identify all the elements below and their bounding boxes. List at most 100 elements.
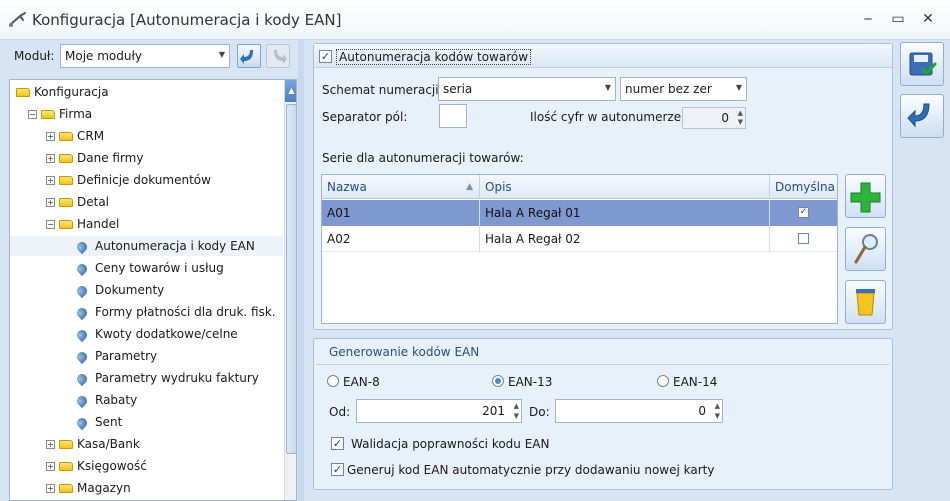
expand-icon[interactable]: +	[46, 462, 55, 471]
domyslna-checkbox[interactable]: ✓	[798, 207, 809, 218]
tree-item[interactable]: + Dane firmy	[10, 148, 283, 168]
tree-item[interactable]: Formy płatności dla druk. fisk.	[10, 302, 283, 322]
add-button[interactable]	[845, 174, 886, 218]
back-button[interactable]	[237, 44, 261, 68]
settings-leaf-icon	[74, 371, 90, 387]
minimize-button[interactable]: ‒	[856, 8, 880, 30]
maximize-button[interactable]: ▭	[886, 8, 910, 30]
settings-leaf-icon	[74, 349, 90, 365]
scroll-thumb[interactable]	[286, 104, 296, 454]
separator-label: Separator pól:	[322, 110, 408, 124]
spin-down-icon[interactable]: ▼	[715, 413, 720, 420]
od-stepper[interactable]: 201 ▲ ▼	[356, 399, 522, 423]
folder-icon	[59, 440, 73, 449]
tree-item[interactable]: Dokumenty	[10, 280, 283, 300]
spin-up-icon[interactable]: ▲	[715, 403, 720, 410]
tree-item[interactable]: + Księgowość	[10, 456, 283, 476]
settings-leaf-icon	[74, 261, 90, 277]
tree-item-label: CRM	[77, 129, 105, 143]
tree-item-label: Parametry	[95, 349, 158, 363]
tree-item[interactable]: Rabaty	[10, 390, 283, 410]
tree-item[interactable]: − Firma	[10, 104, 283, 124]
tree-item[interactable]: + Kasa/Bank	[10, 434, 283, 454]
tree-scrollbar[interactable]: ▲	[284, 80, 296, 500]
tree-item-label: Autonumeracja i kody EAN	[95, 239, 255, 253]
tree-item[interactable]: + Magazyn	[10, 478, 283, 498]
tree-item[interactable]: + Definicje dokumentów	[10, 170, 283, 190]
schemat-select[interactable]: seria ▼	[438, 77, 616, 101]
expand-icon[interactable]: +	[46, 154, 55, 163]
tree-item[interactable]: Parametry	[10, 346, 283, 366]
tree-item[interactable]: Parametry wydruku faktury	[10, 368, 283, 388]
spin-down-icon[interactable]: ▼	[738, 119, 743, 126]
separator-input[interactable]	[439, 104, 467, 128]
expand-icon[interactable]: +	[46, 440, 55, 449]
magnifier-icon	[854, 234, 878, 264]
tree-item-label: Parametry wydruku faktury	[95, 371, 259, 385]
spin-up-icon[interactable]: ▲	[514, 403, 519, 410]
close-button[interactable]: ✕	[916, 8, 940, 30]
modul-select[interactable]: Moje moduły ▼	[60, 44, 230, 68]
folder-icon	[59, 462, 73, 471]
column-header-opis[interactable]: Opis	[480, 175, 770, 199]
tree-item[interactable]: Autonumeracja i kody EAN	[10, 236, 283, 256]
column-header-domyslna[interactable]: Domyślna	[770, 175, 837, 199]
tree-item-label: Firma	[59, 107, 93, 121]
tree-item[interactable]: Kwoty dodatkowe/celne	[10, 324, 283, 344]
domyslna-checkbox[interactable]	[798, 233, 809, 244]
trash-icon	[856, 289, 875, 316]
ean-group-title: Generowanie kodów EAN	[329, 345, 480, 359]
ean8-label[interactable]: EAN-8	[343, 375, 380, 389]
ilosc-stepper[interactable]: 0 ▲ ▼	[682, 107, 746, 129]
cell-opis: Hala A Regał 01	[480, 200, 770, 226]
tree-item-label: Księgowość	[77, 459, 147, 473]
expand-icon[interactable]: +	[46, 484, 55, 493]
generuj-label[interactable]: Generuj kod EAN automatycznie przy dodaw…	[347, 463, 714, 477]
walidacja-checkbox[interactable]: ✓	[331, 437, 344, 450]
spin-down-icon[interactable]: ▼	[514, 413, 519, 420]
collapse-icon[interactable]: −	[46, 220, 55, 229]
column-header-nazwa[interactable]: Nazwa ▲	[322, 175, 480, 199]
serie-grid[interactable]: Nazwa ▲ Opis Domyślna A01 Hala A Regał 0…	[321, 174, 838, 324]
folder-icon	[59, 132, 73, 141]
table-row[interactable]: A02 Hala A Regał 02	[322, 226, 837, 252]
tree-item[interactable]: Ceny towarów i usług	[10, 258, 283, 278]
save-button[interactable]	[900, 42, 944, 86]
spin-up-icon[interactable]: ▲	[738, 110, 743, 117]
tree-item-label: Konfiguracja	[34, 85, 109, 99]
numer-select[interactable]: numer bez zer ▼	[620, 77, 747, 101]
edit-button[interactable]	[845, 227, 886, 271]
config-tree[interactable]: Konfiguracja − Firma + CRM + Dane firmy + Defini…	[9, 79, 297, 501]
tree-item[interactable]: + CRM	[10, 126, 283, 146]
delete-button[interactable]	[845, 280, 886, 324]
collapse-icon[interactable]: −	[28, 110, 37, 119]
table-row[interactable]: A01 Hala A Regał 01 ✓	[322, 200, 837, 226]
do-stepper[interactable]: 0 ▲ ▼	[555, 399, 723, 423]
tree-item[interactable]: + Detal	[10, 192, 283, 212]
ean14-radio[interactable]	[657, 375, 669, 387]
window-title: Konfiguracja [Autonumeracja i kody EAN]	[32, 11, 342, 29]
cancel-button[interactable]	[900, 94, 944, 138]
expand-icon[interactable]: +	[46, 198, 55, 207]
walidacja-label[interactable]: Walidacja poprawności kodu EAN	[351, 437, 549, 451]
autonum-label[interactable]: Autonumeracja kodów towarów	[336, 49, 532, 65]
ean13-radio[interactable]	[492, 375, 504, 387]
ean13-label[interactable]: EAN-13	[508, 375, 552, 389]
expand-icon[interactable]: +	[46, 132, 55, 141]
cell-nazwa: A01	[322, 200, 480, 226]
ean8-radio[interactable]	[327, 375, 339, 387]
tree-item-label: Handel	[77, 217, 120, 231]
autonum-checkbox[interactable]: ✓	[319, 50, 332, 63]
tree-item-label: Definicje dokumentów	[77, 173, 211, 187]
settings-leaf-icon	[74, 283, 90, 299]
tree-item[interactable]: − Handel	[10, 214, 283, 234]
expand-icon[interactable]: +	[46, 176, 55, 185]
check-icon: ✓	[320, 50, 331, 63]
settings-leaf-icon	[74, 239, 90, 255]
ean14-label[interactable]: EAN-14	[673, 375, 717, 389]
generuj-checkbox[interactable]: ✓	[331, 463, 344, 476]
scroll-up-icon[interactable]: ▲	[285, 80, 296, 102]
tree-item[interactable]: Sent	[10, 412, 283, 432]
tree-item[interactable]: Konfiguracja	[10, 82, 283, 102]
forward-button[interactable]	[266, 44, 290, 68]
